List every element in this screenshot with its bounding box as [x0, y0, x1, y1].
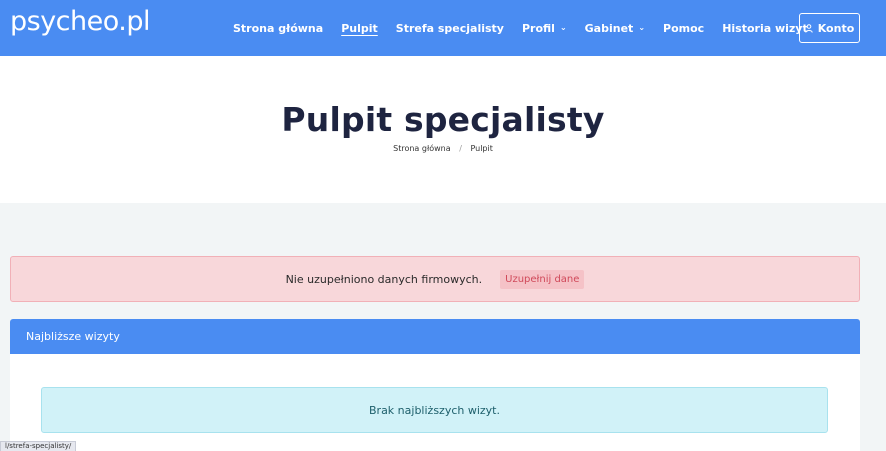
breadcrumb: Strona główna / Pulpit — [0, 144, 886, 153]
nav-link-historia-wizyt[interactable]: Historia wizyt — [722, 22, 808, 35]
account-button[interactable]: Konto — [799, 13, 860, 43]
breadcrumb-item-current: Pulpit — [470, 144, 493, 153]
nav-link-label: Historia wizyt — [722, 21, 808, 35]
top-navbar: psycheo.pl Strona główna Pulpit Strefa s… — [0, 0, 886, 56]
nav-link-pomoc[interactable]: Pomoc — [663, 22, 704, 35]
nav-link-profil[interactable]: Profil ⌄ — [522, 22, 567, 35]
site-logo[interactable]: psycheo.pl — [10, 6, 151, 37]
chevron-down-icon: ⌄ — [638, 22, 646, 32]
alert-message: Nie uzupełniono danych firmowych. — [285, 272, 483, 286]
nav-link-pulpit[interactable]: Pulpit — [341, 22, 378, 35]
chevron-down-icon: ⌄ — [559, 22, 567, 32]
no-visits-alert: Brak najbliższych wizyt. — [41, 387, 828, 433]
upcoming-visits-header: Najbliższe wizyty — [10, 319, 860, 354]
user-icon — [805, 23, 813, 33]
page-header: Pulpit specjalisty Strona główna / Pulpi… — [0, 56, 886, 203]
nav-link-label: Profil — [521, 21, 555, 35]
company-data-alert: Nie uzupełniono danych firmowych. Uzupeł… — [10, 256, 860, 302]
nav-link-label: Pulpit — [341, 21, 378, 35]
nav-link-label: Strona główna — [233, 21, 324, 35]
upcoming-visits-body: Brak najbliższych wizyt. — [10, 354, 860, 451]
account-label: Konto — [817, 21, 855, 35]
main-nav: Strona główna Pulpit Strefa specjalisty … — [224, 0, 817, 56]
status-bar-url: l/strefa-specjalisty/ — [0, 441, 77, 451]
nav-link-strona-glowna[interactable]: Strona główna — [233, 22, 323, 35]
breadcrumb-separator: / — [459, 144, 462, 153]
nav-link-label: Strefa specjalisty — [395, 21, 504, 35]
nav-link-gabinet[interactable]: Gabinet ⌄ — [585, 22, 645, 35]
complete-data-button[interactable]: Uzupełnij dane — [500, 269, 585, 289]
nav-link-label: Pomoc — [663, 21, 705, 35]
breadcrumb-item-home[interactable]: Strona główna — [393, 144, 451, 153]
nav-link-strefa-specjalisty[interactable]: Strefa specjalisty — [396, 22, 504, 35]
nav-link-label: Gabinet — [584, 21, 634, 35]
page-title: Pulpit specjalisty — [281, 100, 605, 139]
